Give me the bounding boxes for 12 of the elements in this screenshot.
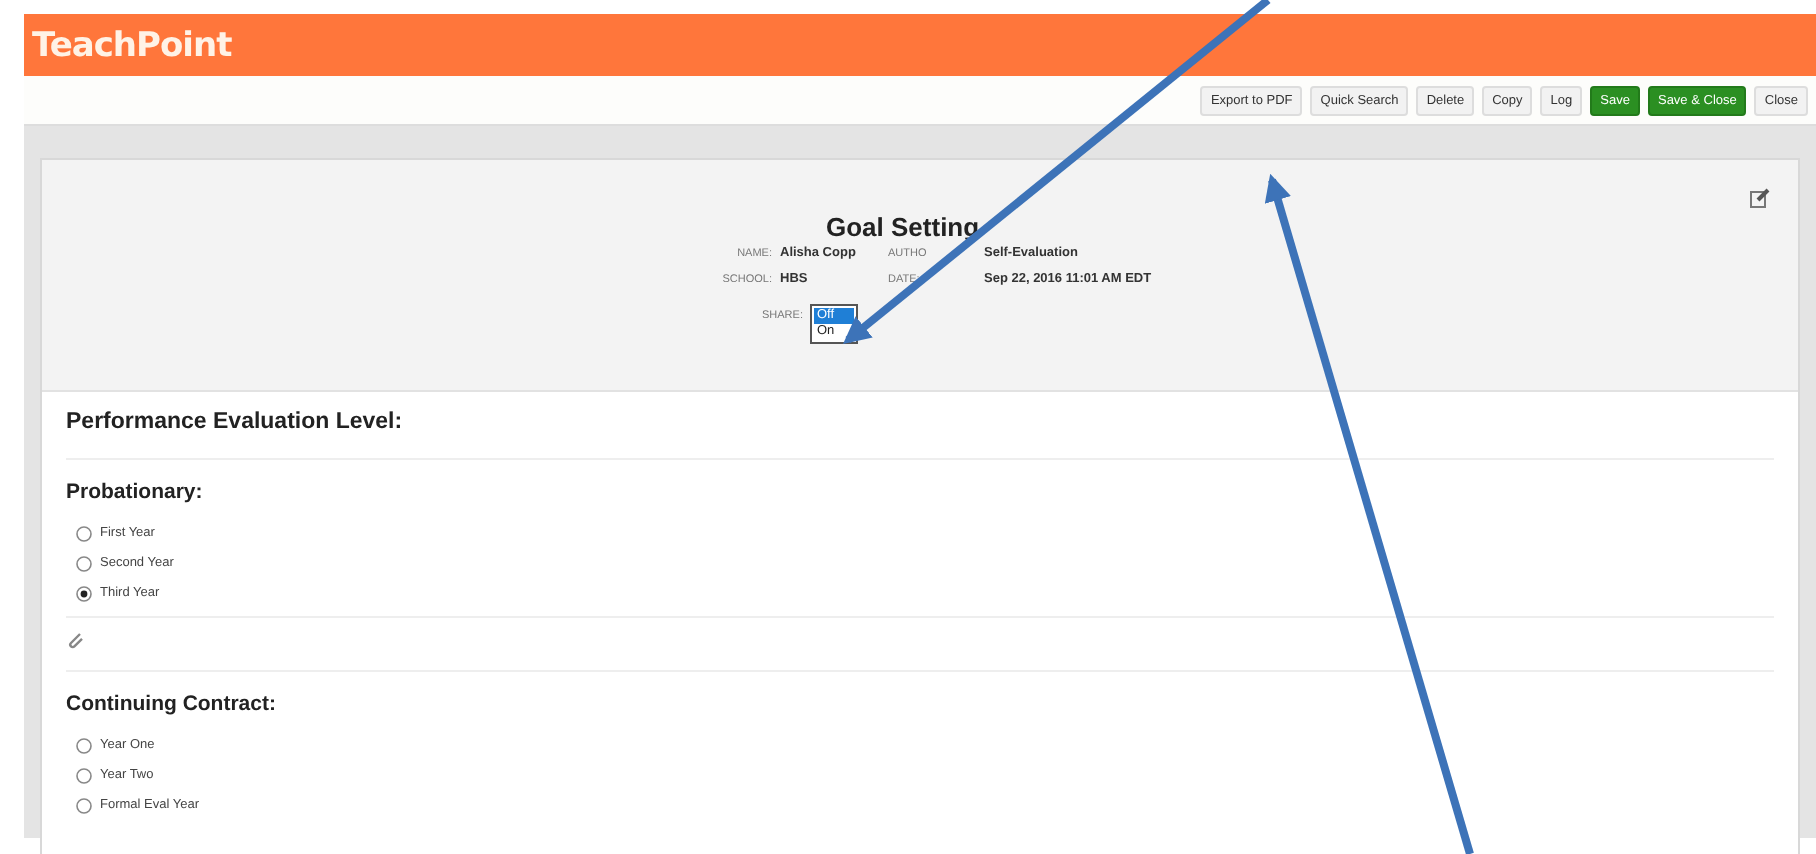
group-title: Probationary:: [66, 478, 203, 508]
radio-button[interactable]: [76, 737, 92, 753]
radio-button[interactable]: [76, 525, 92, 541]
radio-button[interactable]: [76, 555, 92, 571]
radio-button[interactable]: [76, 767, 92, 783]
logo: TeachPoint: [32, 25, 232, 65]
section-title: Performance Evaluation Level:: [66, 404, 1774, 460]
radio-button[interactable]: [76, 797, 92, 813]
edit-icon[interactable]: [1750, 188, 1770, 208]
paperclip-icon[interactable]: [66, 630, 84, 650]
group-title: Continuing Contract:: [66, 690, 276, 720]
radio-button[interactable]: [76, 585, 92, 601]
